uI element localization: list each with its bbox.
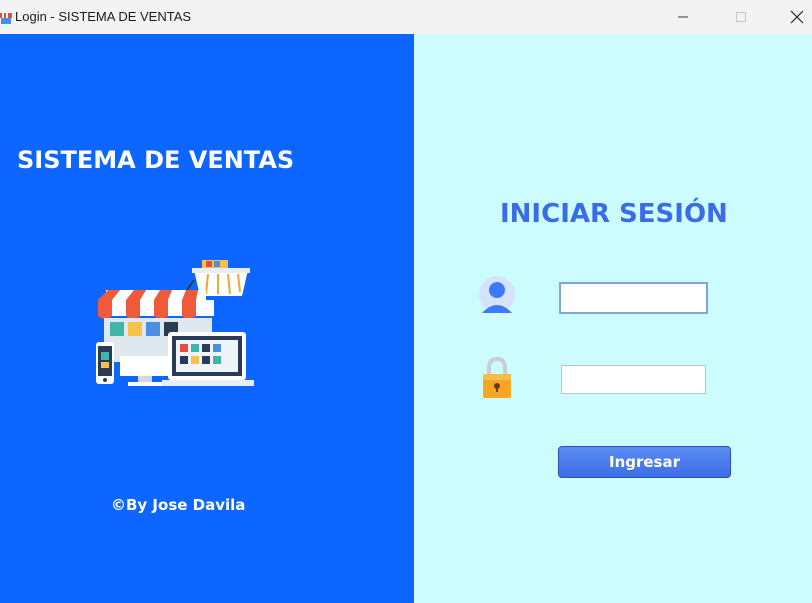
login-button[interactable]: Ingresar xyxy=(558,446,731,478)
laptop-icon xyxy=(162,332,254,386)
app-store-icon xyxy=(0,13,12,24)
store-awning-icon xyxy=(98,290,214,319)
minimize-icon xyxy=(678,16,688,18)
online-store-illustration xyxy=(96,260,254,386)
window-titlebar: Login - SISTEMA DE VENTAS xyxy=(0,0,812,34)
close-icon xyxy=(790,10,804,24)
brand-panel: SISTEMA DE VENTAS ©By Jose Davila xyxy=(0,34,414,603)
username-input[interactable] xyxy=(559,282,708,314)
brand-title: SISTEMA DE VENTAS xyxy=(17,146,295,174)
minimize-button[interactable] xyxy=(660,0,706,34)
login-panel: INICIAR SESIÓN Ingresar xyxy=(414,34,812,603)
author-credit: ©By Jose Davila xyxy=(111,496,246,514)
smartphone-icon xyxy=(96,342,114,384)
window-title: Login - SISTEMA DE VENTAS xyxy=(15,9,192,24)
login-heading: INICIAR SESIÓN xyxy=(500,199,728,229)
close-button[interactable] xyxy=(774,0,812,34)
maximize-icon xyxy=(736,12,746,22)
padlock-icon xyxy=(483,356,511,398)
user-avatar-icon xyxy=(479,276,515,313)
password-input[interactable] xyxy=(561,365,706,394)
maximize-button[interactable] xyxy=(718,0,764,34)
